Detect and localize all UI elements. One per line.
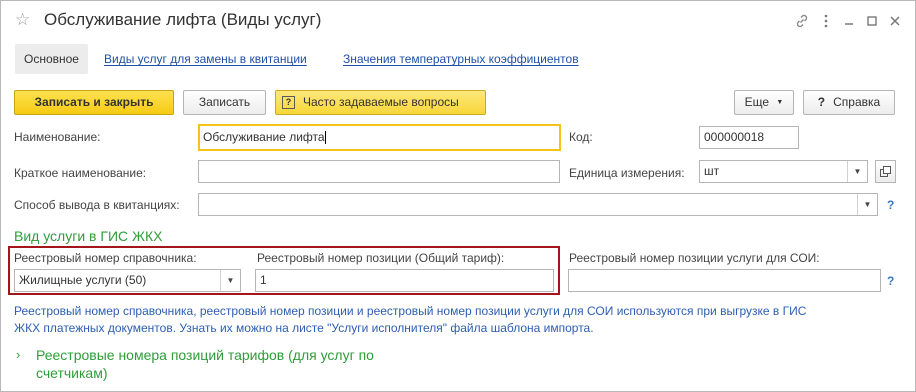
- soi-help-icon[interactable]: ?: [887, 274, 894, 288]
- question-icon: ?: [282, 96, 295, 109]
- unit-label: Единица измерения:: [569, 166, 685, 180]
- more-icon[interactable]: [816, 11, 836, 31]
- star-icon[interactable]: ☆: [15, 10, 30, 30]
- directory-select[interactable]: Жилищные услуги (50) ▼: [14, 269, 241, 292]
- dropdown-arrow-icon[interactable]: ▼: [220, 270, 240, 291]
- unit-select[interactable]: шт ▼: [699, 160, 868, 183]
- tariffs-group-title: Реестровые номера позиций тарифов (для у…: [36, 346, 374, 382]
- faq-label: Часто задаваемые вопросы: [303, 95, 459, 109]
- gis-note: Реестровый номер справочника, реестровый…: [14, 303, 904, 337]
- short-name-label: Краткое наименование:: [14, 166, 147, 180]
- name-input[interactable]: Обслуживание лифта: [198, 124, 561, 151]
- help-button[interactable]: ? Справка: [803, 90, 895, 115]
- short-name-input[interactable]: [198, 160, 560, 183]
- position-input[interactable]: 1: [255, 269, 554, 292]
- more-button[interactable]: Еще ▼: [734, 90, 794, 115]
- gis-note-line-1: Реестровый номер справочника, реестровый…: [14, 304, 807, 318]
- minimize-icon[interactable]: [839, 11, 859, 31]
- chevron-down-icon: ▼: [776, 99, 784, 107]
- open-form-icon: [880, 166, 891, 177]
- soi-input[interactable]: [568, 269, 881, 292]
- name-label: Наименование:: [14, 130, 101, 144]
- help-icon: ?: [817, 95, 826, 109]
- tariffs-title-line-1: Реестровые номера позиций тарифов (для у…: [36, 347, 374, 363]
- window-title: Обслуживание лифта (Виды услуг): [44, 10, 322, 29]
- output-help-icon[interactable]: ?: [887, 198, 894, 212]
- save-and-close-button[interactable]: Записать и закрыть: [14, 90, 174, 115]
- position-label: Реестровый номер позиции (Общий тариф):: [257, 251, 505, 265]
- close-icon[interactable]: [885, 11, 905, 31]
- tab-replacement-services[interactable]: Виды услуг для замены в квитанции: [95, 44, 316, 74]
- text-caret: [324, 131, 326, 145]
- open-unit-button[interactable]: [875, 160, 896, 183]
- help-label: Справка: [833, 95, 881, 109]
- code-label: Код:: [569, 130, 593, 144]
- dropdown-arrow-icon[interactable]: ▼: [857, 194, 877, 215]
- tab-temperature-coefficients[interactable]: Значения температурных коэффициентов: [334, 44, 588, 74]
- unit-value: шт: [704, 164, 720, 178]
- dropdown-arrow-icon[interactable]: ▼: [847, 161, 867, 182]
- chevron-right-icon: ›: [16, 347, 21, 362]
- soi-label: Реестровый номер позиции услуги для СОИ:: [569, 251, 820, 265]
- maximize-icon[interactable]: [862, 11, 882, 31]
- directory-label: Реестровый номер справочника:: [14, 251, 197, 265]
- name-value: Обслуживание лифта: [203, 130, 325, 144]
- output-method-select[interactable]: ▼: [198, 193, 878, 216]
- output-method-label: Способ вывода в квитанциях:: [14, 198, 180, 212]
- tab-main[interactable]: Основное: [15, 44, 88, 74]
- directory-value: Жилищные услуги (50): [19, 273, 147, 287]
- gis-section-title: Вид услуги в ГИС ЖКХ: [14, 228, 163, 244]
- form-window: ☆ Обслуживание лифта (Виды услуг) Основн…: [0, 0, 916, 392]
- code-input[interactable]: 000000018: [699, 126, 799, 149]
- link-icon[interactable]: [792, 11, 812, 31]
- tariffs-group-toggle[interactable]: › Реестровые номера позиций тарифов (для…: [16, 346, 374, 382]
- more-label: Еще: [744, 95, 770, 109]
- faq-button[interactable]: ? Часто задаваемые вопросы: [275, 90, 486, 115]
- gis-note-line-2: ЖКХ платежных документов. Узнать их можн…: [14, 321, 594, 335]
- save-button[interactable]: Записать: [183, 90, 266, 115]
- tariffs-title-line-2: счетчикам): [36, 365, 108, 381]
